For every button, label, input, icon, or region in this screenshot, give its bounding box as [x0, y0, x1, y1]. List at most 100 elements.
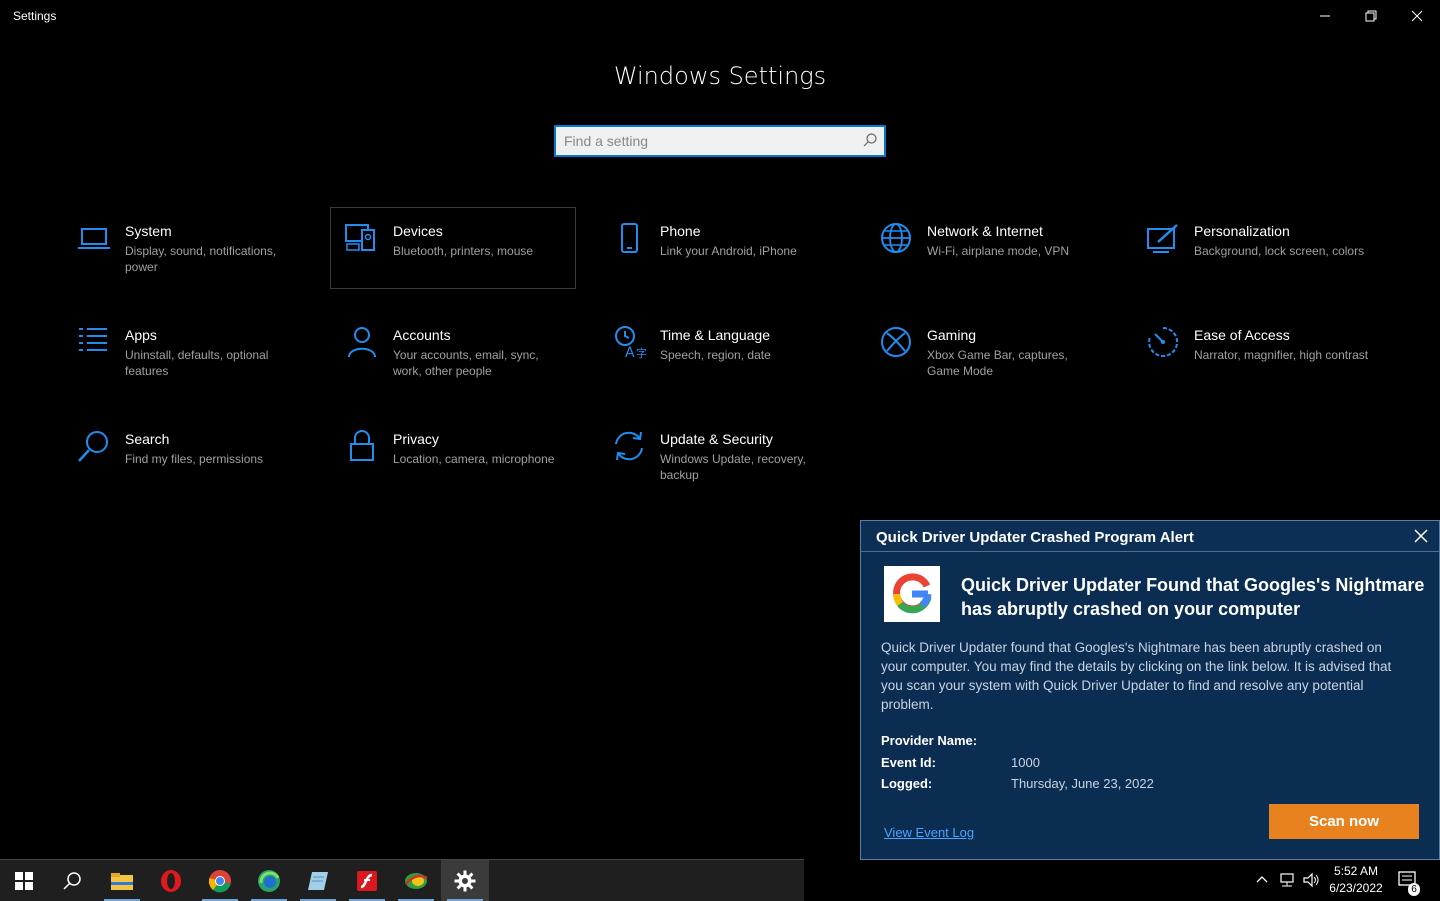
flash-icon — [357, 870, 377, 891]
time-language-icon: A字 — [615, 326, 647, 360]
taskbar — [0, 859, 804, 901]
taskbar-flash[interactable] — [343, 860, 391, 901]
globe-icon — [881, 223, 911, 253]
clock-date: 6/23/2022 — [1329, 881, 1383, 895]
event-id-label: Event Id: — [881, 755, 936, 770]
minimize-button[interactable] — [1302, 0, 1348, 32]
taskbar-network-app[interactable] — [392, 860, 440, 901]
tile-update-security[interactable]: Update & Security Windows Update, recove… — [597, 415, 843, 497]
settings-gear-icon — [454, 870, 476, 891]
tile-personalization[interactable]: Personalization Background, lock screen,… — [1131, 207, 1377, 289]
scan-now-button[interactable]: Scan now — [1269, 804, 1419, 839]
tile-title: Privacy — [393, 431, 439, 447]
alert-popup: Quick Driver Updater Crashed Program Ale… — [860, 520, 1440, 860]
taskbar-notepad[interactable] — [294, 860, 342, 901]
tile-accounts[interactable]: Accounts Your accounts, email, sync, wor… — [330, 311, 576, 393]
svg-text:字: 字 — [636, 346, 647, 360]
tile-description: Uninstall, defaults, optional features — [125, 348, 269, 378]
tile-description: Location, camera, microphone — [393, 452, 555, 466]
chrome-icon — [208, 869, 231, 892]
close-icon[interactable] — [1411, 526, 1431, 546]
lock-icon — [350, 430, 374, 461]
sync-icon — [615, 431, 643, 461]
title-bar: Settings — [0, 0, 1440, 32]
notepad-icon — [308, 871, 328, 890]
tile-description: Narrator, magnifier, high contrast — [1194, 348, 1369, 362]
restore-icon — [1365, 10, 1377, 22]
tile-description: Bluetooth, printers, mouse — [393, 244, 534, 258]
tile-title: Ease of Access — [1194, 327, 1290, 343]
file-explorer-icon — [111, 872, 133, 890]
google-g-icon — [893, 573, 932, 614]
window-title: Settings — [13, 9, 57, 23]
laptop-icon — [78, 228, 110, 249]
tile-description: Wi-Fi, airplane mode, VPN — [927, 244, 1070, 258]
notification-count-badge: 6 — [1408, 883, 1420, 896]
minimize-icon — [1320, 15, 1330, 17]
devices-icon — [345, 224, 375, 251]
taskbar-chrome[interactable] — [196, 860, 244, 901]
tile-title: Apps — [125, 327, 157, 343]
tile-description: Display, sound, notifications, power — [125, 244, 277, 274]
taskbar-edge[interactable] — [245, 860, 293, 901]
network-icon[interactable] — [1278, 872, 1296, 888]
start-button[interactable] — [0, 860, 48, 901]
search-box[interactable] — [554, 125, 886, 157]
taskbar-file-explorer[interactable] — [98, 860, 146, 901]
close-button[interactable] — [1394, 0, 1440, 32]
tile-ease-of-access[interactable]: Ease of Access Narrator, magnifier, high… — [1131, 311, 1377, 393]
tile-time-language[interactable]: A字 Time & Language Speech, region, date — [597, 311, 843, 393]
taskbar-opera[interactable] — [147, 860, 195, 901]
volume-icon[interactable] — [1302, 872, 1320, 888]
logged-label: Logged: — [881, 776, 933, 791]
alert-title: Quick Driver Updater Crashed Program Ale… — [876, 529, 1194, 546]
taskbar-settings[interactable] — [441, 860, 489, 901]
tile-network[interactable]: Network & Internet Wi-Fi, airplane mode,… — [864, 207, 1110, 289]
tile-title: Gaming — [927, 327, 977, 343]
alert-header: Quick Driver Updater Crashed Program Ale… — [861, 521, 1439, 552]
apps-list-icon — [79, 328, 107, 351]
tile-search[interactable]: Search Find my files, permissions — [62, 415, 308, 497]
tile-system[interactable]: System Display, sound, notifications, po… — [62, 207, 308, 289]
tile-title: Personalization — [1194, 223, 1290, 239]
tile-title: Devices — [393, 223, 443, 239]
event-id-value: 1000 — [1011, 755, 1040, 770]
ease-of-access-icon — [1148, 326, 1179, 357]
search-icon — [863, 133, 877, 147]
alert-headline: Quick Driver Updater Found that Googles'… — [961, 575, 1425, 619]
tile-title: Time & Language — [660, 327, 770, 343]
logged-value: Thursday, June 23, 2022 — [1011, 776, 1154, 791]
xbox-icon — [881, 327, 911, 357]
tile-description: Your accounts, email, sync, work, other … — [393, 348, 539, 378]
tile-description: Windows Update, recovery, backup — [660, 452, 806, 482]
paintbrush-icon — [1147, 224, 1178, 253]
tile-phone[interactable]: Phone Link your Android, iPhone — [597, 207, 843, 289]
taskbar-search-button[interactable] — [48, 860, 96, 901]
clock-time: 5:52 AM — [1333, 864, 1379, 878]
network-app-icon — [405, 872, 428, 889]
close-icon — [1411, 10, 1423, 22]
restore-button[interactable] — [1348, 0, 1394, 32]
tile-devices[interactable]: Devices Bluetooth, printers, mouse — [330, 207, 576, 289]
page-title: Windows Settings — [613, 62, 827, 90]
tile-description: Link your Android, iPhone — [660, 244, 797, 258]
alert-body: Quick Driver Updater found that Googles'… — [881, 640, 1392, 712]
tile-title: Phone — [660, 223, 701, 239]
search-icon — [63, 871, 81, 890]
tile-privacy[interactable]: Privacy Location, camera, microphone — [330, 415, 576, 497]
tile-apps[interactable]: Apps Uninstall, defaults, optional featu… — [62, 311, 308, 393]
tile-description: Speech, region, date — [660, 348, 771, 362]
search-input[interactable] — [556, 127, 862, 155]
chevron-up-icon[interactable] — [1256, 874, 1268, 884]
view-event-log-link[interactable]: View Event Log — [884, 825, 974, 840]
tile-title: Search — [125, 431, 170, 447]
tile-description: Background, lock screen, colors — [1194, 244, 1365, 258]
taskbar-clock[interactable]: 5:52 AM 6/23/2022 — [1322, 863, 1390, 897]
start-icon — [15, 871, 33, 890]
tile-gaming[interactable]: Gaming Xbox Game Bar, captures, Game Mod… — [864, 311, 1110, 393]
opera-icon — [161, 869, 181, 892]
google-logo — [884, 566, 940, 622]
tile-title: Accounts — [393, 327, 451, 343]
magnifier-icon — [78, 431, 108, 462]
tile-title: Network & Internet — [927, 223, 1043, 239]
